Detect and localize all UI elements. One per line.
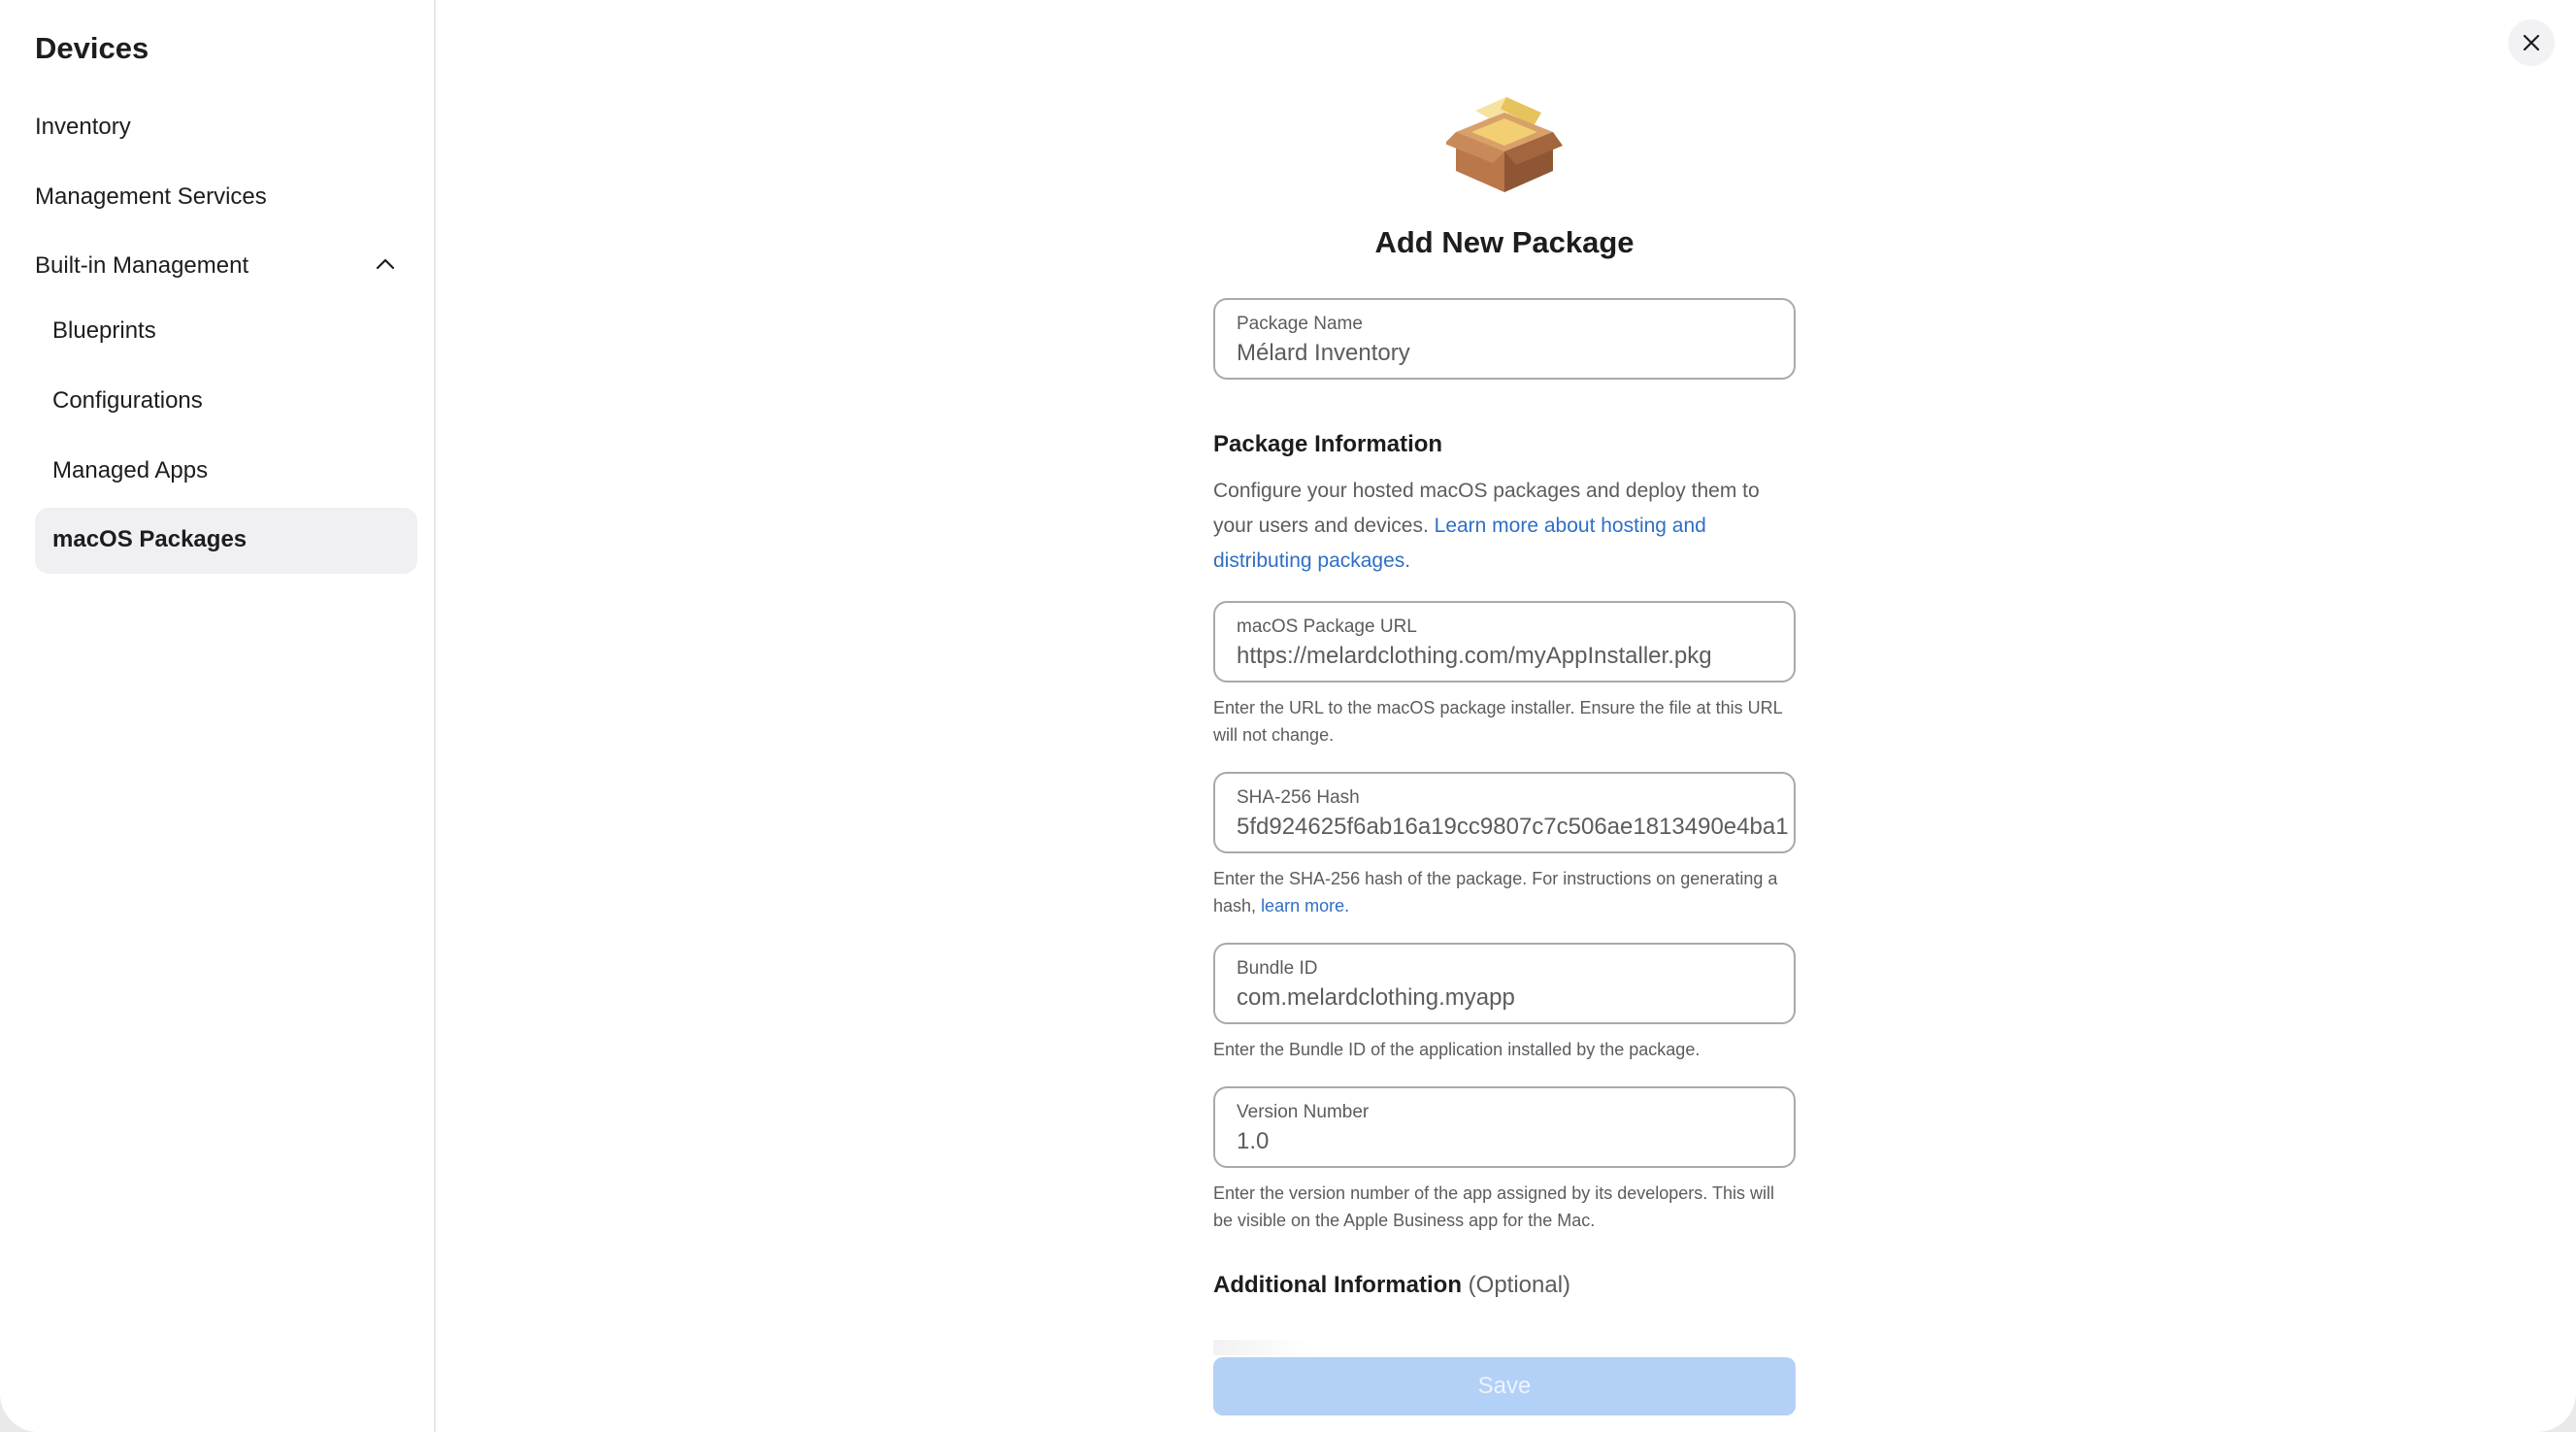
app-window: Devices Inventory Management Services Bu…: [0, 0, 2576, 1432]
sha-256-hash-value[interactable]: 5fd924625f6ab16a19cc9807c7c506ae1813490e…: [1237, 814, 1790, 841]
additional-information-heading: Additional Information (Optional): [1213, 1272, 1570, 1299]
close-button[interactable]: [2508, 19, 2555, 66]
sidebar-item-macos-packages[interactable]: macOS Packages: [35, 508, 417, 574]
page-title: Add New Package: [1374, 225, 1635, 259]
package-url-label: macOS Package URL: [1237, 616, 1417, 637]
package-name-value[interactable]: Mélard Inventory: [1237, 340, 1790, 367]
bundle-id-value[interactable]: com.melardclothing.myapp: [1237, 984, 1790, 1012]
package-information-description: Configure your hosted macOS packages and…: [1213, 474, 1796, 579]
sha-256-hash-field[interactable]: SHA-256 Hash 5fd924625f6ab16a19cc9807c7c…: [1213, 772, 1796, 853]
package-url-field[interactable]: macOS Package URL https://melardclothing…: [1213, 601, 1796, 683]
sidebar-item-configurations[interactable]: Configurations: [52, 387, 203, 415]
version-number-value[interactable]: 1.0: [1237, 1128, 1790, 1155]
bundle-id-label: Bundle ID: [1237, 958, 1318, 979]
sidebar-item-management-services[interactable]: Management Services: [35, 183, 267, 211]
save-button[interactable]: Save: [1213, 1357, 1796, 1415]
package-icon: [1446, 97, 1563, 192]
bundle-id-field[interactable]: Bundle ID com.melardclothing.myapp: [1213, 943, 1796, 1024]
scroll-fade: [1213, 1340, 1310, 1355]
sidebar-item-inventory[interactable]: Inventory: [35, 114, 131, 141]
package-name-field[interactable]: Package Name Mélard Inventory: [1213, 298, 1796, 380]
version-number-label: Version Number: [1237, 1102, 1370, 1122]
chevron-up-icon[interactable]: [374, 252, 397, 276]
sidebar-item-blueprints[interactable]: Blueprints: [52, 317, 156, 345]
sidebar-item-managed-apps[interactable]: Managed Apps: [52, 457, 208, 484]
sidebar: Devices Inventory Management Services Bu…: [0, 0, 436, 1432]
package-name-label: Package Name: [1237, 314, 1363, 334]
version-number-help: Enter the version number of the app assi…: [1213, 1183, 1774, 1230]
sidebar-item-built-in-management[interactable]: Built-in Management: [35, 252, 248, 280]
package-information-heading: Package Information: [1213, 431, 1443, 457]
optional-label: (Optional): [1468, 1272, 1571, 1298]
sidebar-title: Devices: [35, 31, 149, 65]
additional-information-label: Additional Information: [1213, 1272, 1462, 1298]
bundle-id-help: Enter the Bundle ID of the application i…: [1213, 1040, 1701, 1059]
package-url-value[interactable]: https://melardclothing.com/myAppInstalle…: [1237, 643, 1790, 670]
learn-more-hash-link[interactable]: learn more.: [1261, 896, 1349, 916]
sha-256-hash-help: Enter the SHA-256 hash of the package. F…: [1213, 865, 1796, 919]
sha-256-hash-label: SHA-256 Hash: [1237, 787, 1360, 808]
sidebar-item-label: macOS Packages: [52, 526, 248, 552]
version-number-field[interactable]: Version Number 1.0: [1213, 1086, 1796, 1168]
package-url-help: Enter the URL to the macOS package insta…: [1213, 698, 1782, 745]
close-icon: [2523, 34, 2540, 51]
